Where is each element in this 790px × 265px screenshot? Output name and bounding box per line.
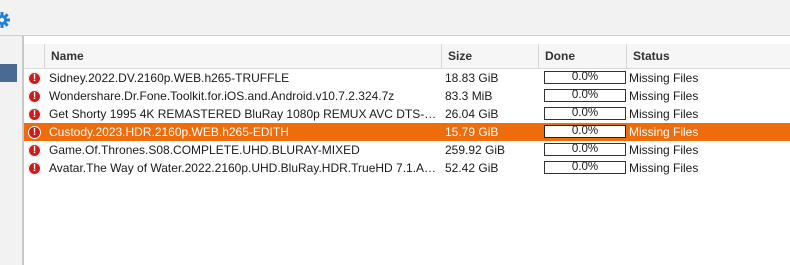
torrent-name: Custody.2023.HDR.2160p.WEB.h265-EDITH [49,125,289,139]
table-row[interactable]: ! Custody.2023.HDR.2160p.WEB.h265-EDITH 15… [24,123,790,141]
progress-label: 0.0% [571,143,599,155]
table-row[interactable]: ! Wondershare.Dr.Fone.Toolkit.for.iOS.and… [24,87,790,105]
torrent-name: Get Shorty 1995 4K REMASTERED BluRay 108… [49,107,437,121]
torrent-size: 52.42 GiB [445,161,499,175]
error-icon: ! [28,72,41,85]
error-icon: ! [28,144,41,157]
torrent-name: Wondershare.Dr.Fone.Toolkit.for.iOS.and.… [49,89,395,103]
progress-label: 0.0% [571,89,599,101]
error-icon: ! [28,108,41,121]
torrent-status: Missing Files [629,107,699,121]
torrent-name: Game.Of.Thrones.S08.COMPLETE.UHD.BLURAY-… [49,143,360,157]
progress-label: 0.0% [571,107,599,119]
progress-bar: 0.0% [544,89,626,102]
progress-bar: 0.0% [544,107,626,120]
torrent-table: Name Size Done Status ! Sidney.2022.DV.21… [24,44,790,265]
torrent-status: Missing Files [629,71,699,85]
progress-bar: 0.0% [544,71,626,84]
progress-bar: 0.0% [544,143,626,156]
progress-bar: 0.0% [544,125,626,138]
table-header: Name Size Done Status [24,44,790,69]
torrent-name: Sidney.2022.DV.2160p.WEB.h265-TRUFFLE [49,71,290,85]
progress-bar: 0.0% [544,161,626,174]
table-row[interactable]: ! Get Shorty 1995 4K REMASTERED BluRay 10… [24,105,790,123]
column-header-done[interactable]: Done [538,44,626,68]
torrent-name: Avatar.The Way of Water.2022.2160p.UHD.B… [49,161,439,175]
column-header-size[interactable]: Size [441,44,538,68]
torrent-size: 26.04 GiB [445,107,499,121]
torrent-status: Missing Files [629,89,699,103]
error-icon: ! [28,90,41,103]
torrent-status: Missing Files [629,143,699,157]
torrent-size: 15.79 GiB [445,125,499,139]
error-icon: ! [28,162,41,175]
progress-label: 0.0% [571,71,599,83]
column-header-name[interactable]: Name [44,44,441,68]
progress-label: 0.0% [571,125,599,137]
torrent-size: 83.3 MiB [445,89,493,103]
table-row[interactable]: ! Avatar.The Way of Water.2022.2160p.UHD.… [24,159,790,177]
torrent-size: 18.83 GiB [445,71,499,85]
table-row[interactable]: ! Game.Of.Thrones.S08.COMPLETE.UHD.BLURAY… [24,141,790,159]
toolbar [0,0,790,36]
progress-label: 0.0% [571,161,599,173]
table-row[interactable]: ! Sidney.2022.DV.2160p.WEB.h265-TRUFFLE 18… [24,69,790,87]
torrent-size: 259.92 GiB [445,143,506,157]
column-header-status[interactable]: Status [626,44,790,68]
torrent-status: Missing Files [629,161,699,175]
sidebar-item-selected[interactable] [0,64,17,82]
torrent-status: Missing Files [629,125,699,139]
header-icon-column[interactable] [24,44,44,68]
error-icon: ! [28,126,41,139]
gear-icon[interactable] [0,12,10,28]
